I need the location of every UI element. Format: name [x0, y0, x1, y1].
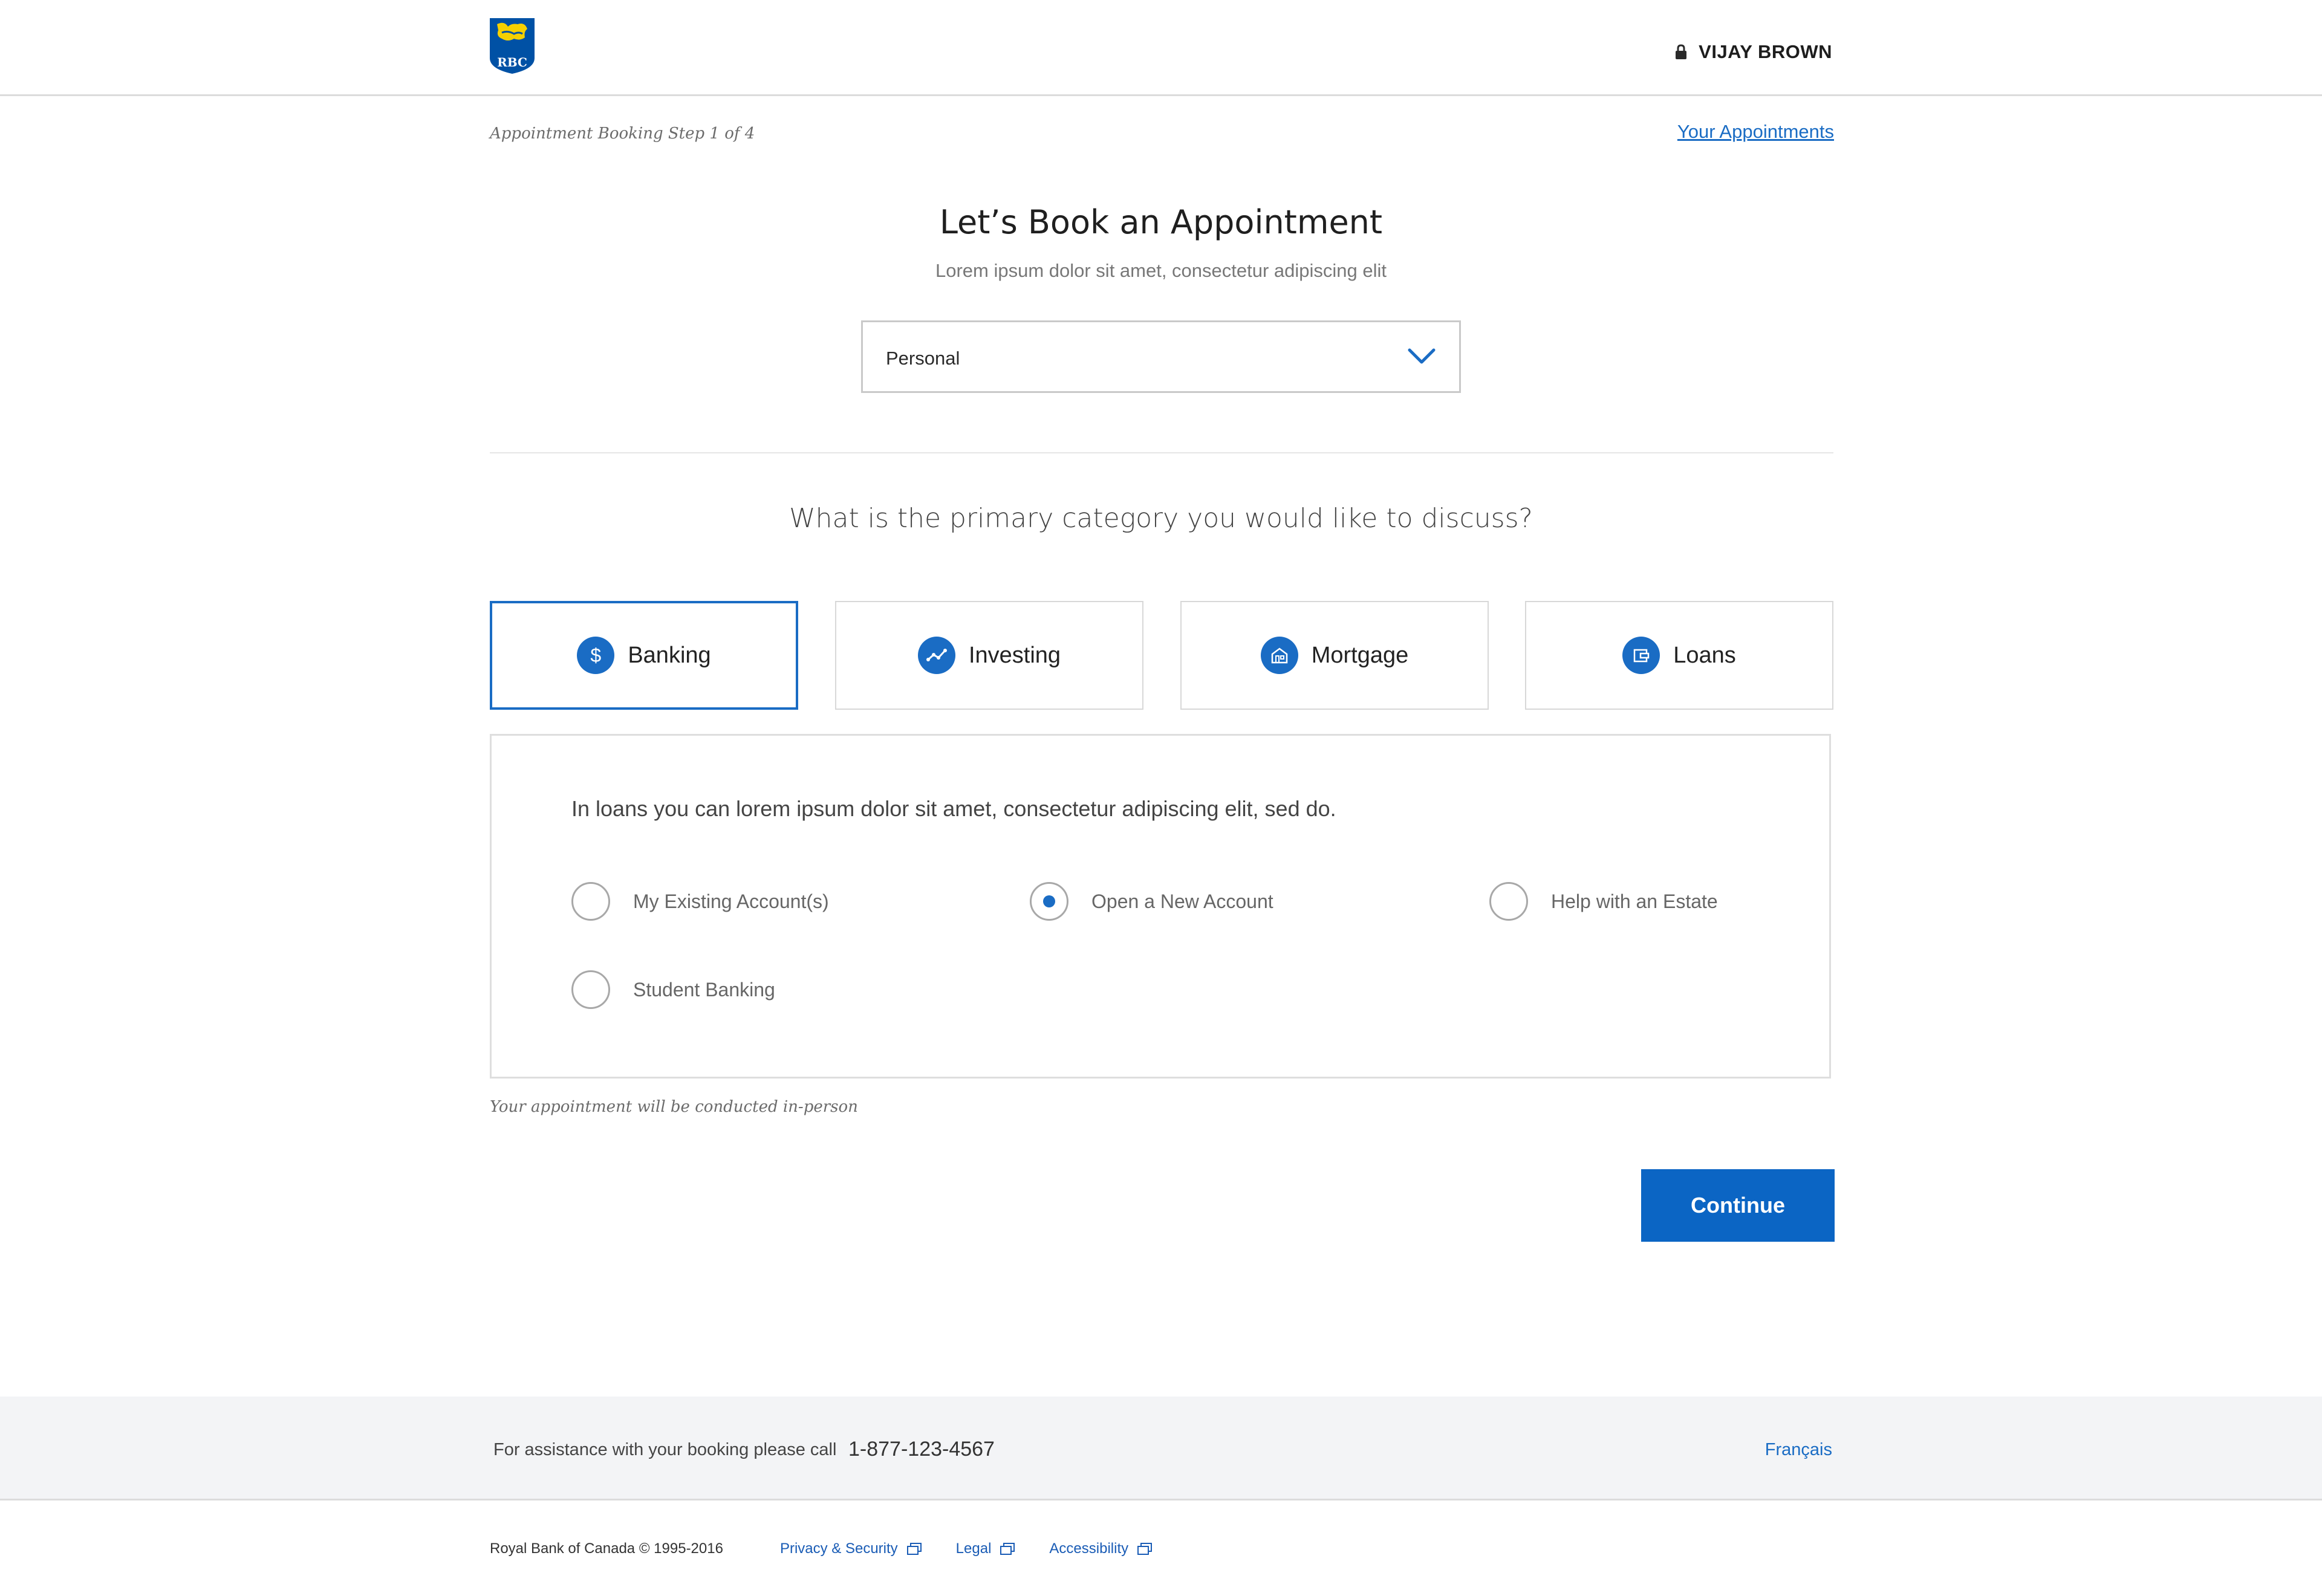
radio-button-checked[interactable] — [1030, 882, 1068, 921]
assistance-band: For assistance with your booking please … — [0, 1396, 2322, 1500]
external-window-icon — [1000, 1543, 1015, 1555]
radio-button[interactable] — [1489, 882, 1528, 921]
panel-description: In loans you can lorem ipsum dolor sit a… — [571, 796, 1336, 821]
external-window-icon — [1137, 1543, 1153, 1555]
language-link[interactable]: Français — [1765, 1440, 1832, 1460]
option-help-with-estate[interactable]: Help with an Estate — [1489, 882, 1718, 921]
category-label: Investing — [968, 642, 1061, 668]
phone-number[interactable]: 1-877-123-4567 — [848, 1438, 995, 1461]
section-divider — [490, 452, 1833, 453]
page-title: Let’s Book an Appointment — [939, 203, 1383, 241]
category-cards: $ Banking Investing Mortgage Loans — [490, 601, 1833, 710]
privacy-security-link[interactable]: Privacy & Security — [780, 1540, 922, 1557]
account-type-select[interactable]: Personal — [861, 320, 1461, 393]
category-label: Banking — [628, 642, 711, 668]
user-name: VIJAY BROWN — [1699, 41, 1832, 62]
category-card-loans[interactable]: Loans — [1525, 601, 1833, 710]
chevron-down-icon — [1408, 348, 1436, 364]
category-label: Mortgage — [1311, 642, 1409, 668]
category-card-banking[interactable]: $ Banking — [490, 601, 798, 710]
in-person-note: Your appointment will be conducted in-pe… — [490, 1098, 858, 1116]
trend-icon — [917, 637, 955, 674]
option-label: Open a New Account — [1091, 890, 1273, 912]
option-existing-accounts[interactable]: My Existing Account(s) — [571, 882, 829, 921]
wallet-icon — [1622, 637, 1660, 674]
option-student-banking[interactable]: Student Banking — [571, 970, 775, 1009]
copyright: Royal Bank of Canada © 1995-2016 — [490, 1540, 723, 1557]
subcategory-panel: In loans you can lorem ipsum dolor sit a… — [490, 734, 1831, 1079]
external-window-icon — [906, 1543, 922, 1555]
accessibility-link[interactable]: Accessibility — [1049, 1540, 1153, 1557]
continue-button[interactable]: Continue — [1641, 1169, 1835, 1242]
category-label: Loans — [1673, 642, 1736, 668]
assist-text: For assistance with your booking please … — [493, 1440, 837, 1459]
user-menu[interactable]: VIJAY BROWN — [1674, 41, 1832, 63]
option-open-new-account[interactable]: Open a New Account — [1030, 882, 1273, 921]
step-indicator: Appointment Booking Step 1 of 4 — [490, 125, 755, 143]
link-label: Privacy & Security — [779, 1540, 898, 1557]
link-label: Accessibility — [1049, 1540, 1129, 1557]
radio-button[interactable] — [571, 970, 610, 1009]
svg-text:RBC: RBC — [497, 55, 527, 70]
link-label: Legal — [955, 1540, 992, 1557]
house-icon — [1260, 637, 1298, 674]
option-label: Help with an Estate — [1551, 890, 1718, 912]
category-question: What is the primary category you would l… — [789, 503, 1533, 534]
rbc-logo[interactable]: RBC — [490, 18, 535, 74]
option-label: My Existing Account(s) — [633, 890, 829, 912]
dollar-icon: $ — [577, 637, 615, 674]
legal-link[interactable]: Legal — [956, 1540, 1016, 1557]
page-subtitle: Lorem ipsum dolor sit amet, consectetur … — [935, 260, 1387, 281]
account-type-value: Personal — [886, 348, 960, 369]
option-label: Student Banking — [633, 978, 775, 1001]
category-card-investing[interactable]: Investing — [835, 601, 1143, 710]
category-card-mortgage[interactable]: Mortgage — [1180, 601, 1489, 710]
top-header: RBC VIJAY BROWN — [0, 0, 2322, 96]
legal-footer: Royal Bank of Canada © 1995-2016 Privacy… — [490, 1540, 1186, 1557]
lock-icon — [1676, 44, 1687, 59]
radio-button[interactable] — [571, 882, 610, 921]
your-appointments-link[interactable]: Your Appointments — [1677, 121, 1834, 143]
